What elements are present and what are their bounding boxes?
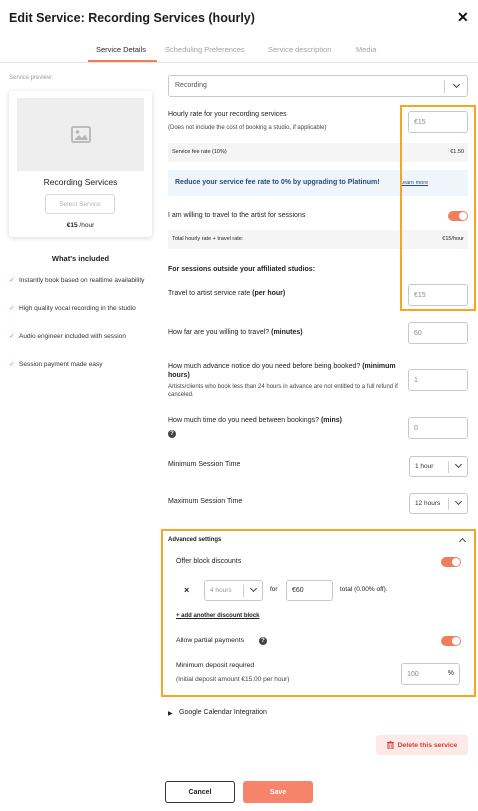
chevron-down-icon [249, 584, 258, 593]
save-button[interactable]: Save [243, 781, 313, 803]
travel-distance-label: How far are you willing to travel? (minu… [168, 329, 303, 336]
delete-service-button[interactable]: Delete this service [376, 735, 468, 755]
google-calendar-toggle[interactable]: Google Calendar Integration [179, 709, 267, 716]
max-session-select[interactable]: 12 hours [409, 493, 468, 514]
advance-notice-note: Artists/clients who book less than 24 ho… [168, 384, 398, 398]
between-bookings-label: How much time do you need between bookin… [168, 417, 342, 424]
partial-payments-label: Allow partial payments [176, 637, 244, 644]
cancel-button[interactable]: Cancel [165, 781, 235, 803]
list-item: ✓ High quality vocal recording in the stu… [9, 305, 136, 312]
chevron-down-icon [452, 80, 461, 89]
between-bookings-input[interactable]: 0 [408, 417, 468, 439]
hourly-rate-label: Hourly rate for your recording services [168, 111, 287, 118]
total-label: Total hourly rate + travel rate: [172, 236, 244, 242]
upgrade-text: Reduce your service fee rate to 0% by up… [175, 179, 380, 186]
image-icon [70, 126, 91, 143]
travel-rate-label: Travel to artist service rate (per hour) [168, 290, 286, 297]
preview-service-title: Recording Services [43, 177, 118, 187]
advanced-settings-heading[interactable]: Advanced settings [168, 537, 221, 543]
modal-title: Edit Service: Recording Services (hourly… [9, 11, 255, 25]
tabs-divider [0, 62, 478, 63]
preview-price: €15 /hour [9, 222, 152, 229]
select-service-button[interactable]: Select Service [45, 194, 115, 214]
percent-unit: % [447, 670, 454, 677]
check-icon: ✓ [9, 361, 15, 368]
price-unit: /hour [79, 222, 95, 229]
chevron-down-icon [454, 497, 463, 506]
caret-right-icon[interactable]: ▶ [168, 710, 173, 717]
image-placeholder [17, 98, 144, 171]
tab-scheduling-preferences[interactable]: Scheduling Preferences [165, 45, 245, 54]
for-label: for [270, 586, 278, 593]
check-icon: ✓ [9, 305, 15, 312]
check-icon: ✓ [9, 277, 15, 284]
highlight-box-rates [400, 105, 476, 311]
block-price-input[interactable]: €60 [286, 580, 333, 601]
min-deposit-input[interactable]: 100 % [401, 663, 460, 685]
tab-service-description[interactable]: Service description [268, 45, 331, 54]
min-session-label: Minimum Session Time [168, 461, 241, 468]
help-icon[interactable]: ? [259, 637, 267, 645]
travel-distance-input[interactable]: 60 [408, 322, 468, 344]
service-type-value: Recording [175, 82, 207, 89]
remove-block-icon[interactable]: × [184, 585, 189, 595]
block-hours-select[interactable]: 4 hours [204, 580, 263, 601]
price-amount: €15 [66, 222, 78, 229]
max-session-label: Maximum Session Time [168, 498, 243, 505]
block-total-text: total (0.00% off). [340, 586, 388, 593]
active-tab-indicator [88, 60, 157, 62]
chevron-down-icon [454, 460, 463, 469]
tab-media[interactable]: Media [356, 45, 376, 54]
min-deposit-label: Minimum deposit required [176, 662, 255, 669]
list-item: ✓ Instantly book based on realtime availa… [9, 277, 145, 284]
min-deposit-note: (Initial deposit amount €15.00 per hour) [176, 676, 290, 683]
min-session-select[interactable]: 1 hour [409, 456, 468, 477]
help-icon[interactable]: ? [168, 430, 176, 438]
travel-label: I am willing to travel to the artist for… [168, 212, 306, 219]
partial-payments-toggle[interactable] [441, 636, 461, 646]
advance-notice-input[interactable]: 1 [408, 369, 468, 391]
outside-studios-heading: For sessions outside your affiliated stu… [168, 266, 316, 273]
service-preview-label: Service preview: [9, 75, 54, 81]
fee-label: Service fee rate (10%) [172, 149, 227, 155]
check-icon: ✓ [9, 333, 15, 340]
list-item: ✓ Audio engineer included with session [9, 333, 126, 340]
service-type-select[interactable]: Recording [168, 75, 468, 97]
close-icon[interactable]: ✕ [457, 9, 469, 26]
block-discounts-label: Offer block discounts [176, 558, 242, 565]
block-discounts-toggle[interactable] [441, 557, 461, 567]
add-discount-block-link[interactable]: + add another discount block [176, 613, 260, 619]
tab-service-details[interactable]: Service Details [96, 45, 146, 54]
hourly-rate-note: (Does not include the cost of booking a … [168, 125, 327, 131]
list-item: ✓ Session payment made easy [9, 361, 103, 368]
trash-icon [386, 741, 394, 749]
whats-included-heading: What's included [51, 254, 110, 263]
advance-notice-label: How much advance notice do you need befo… [168, 363, 396, 379]
